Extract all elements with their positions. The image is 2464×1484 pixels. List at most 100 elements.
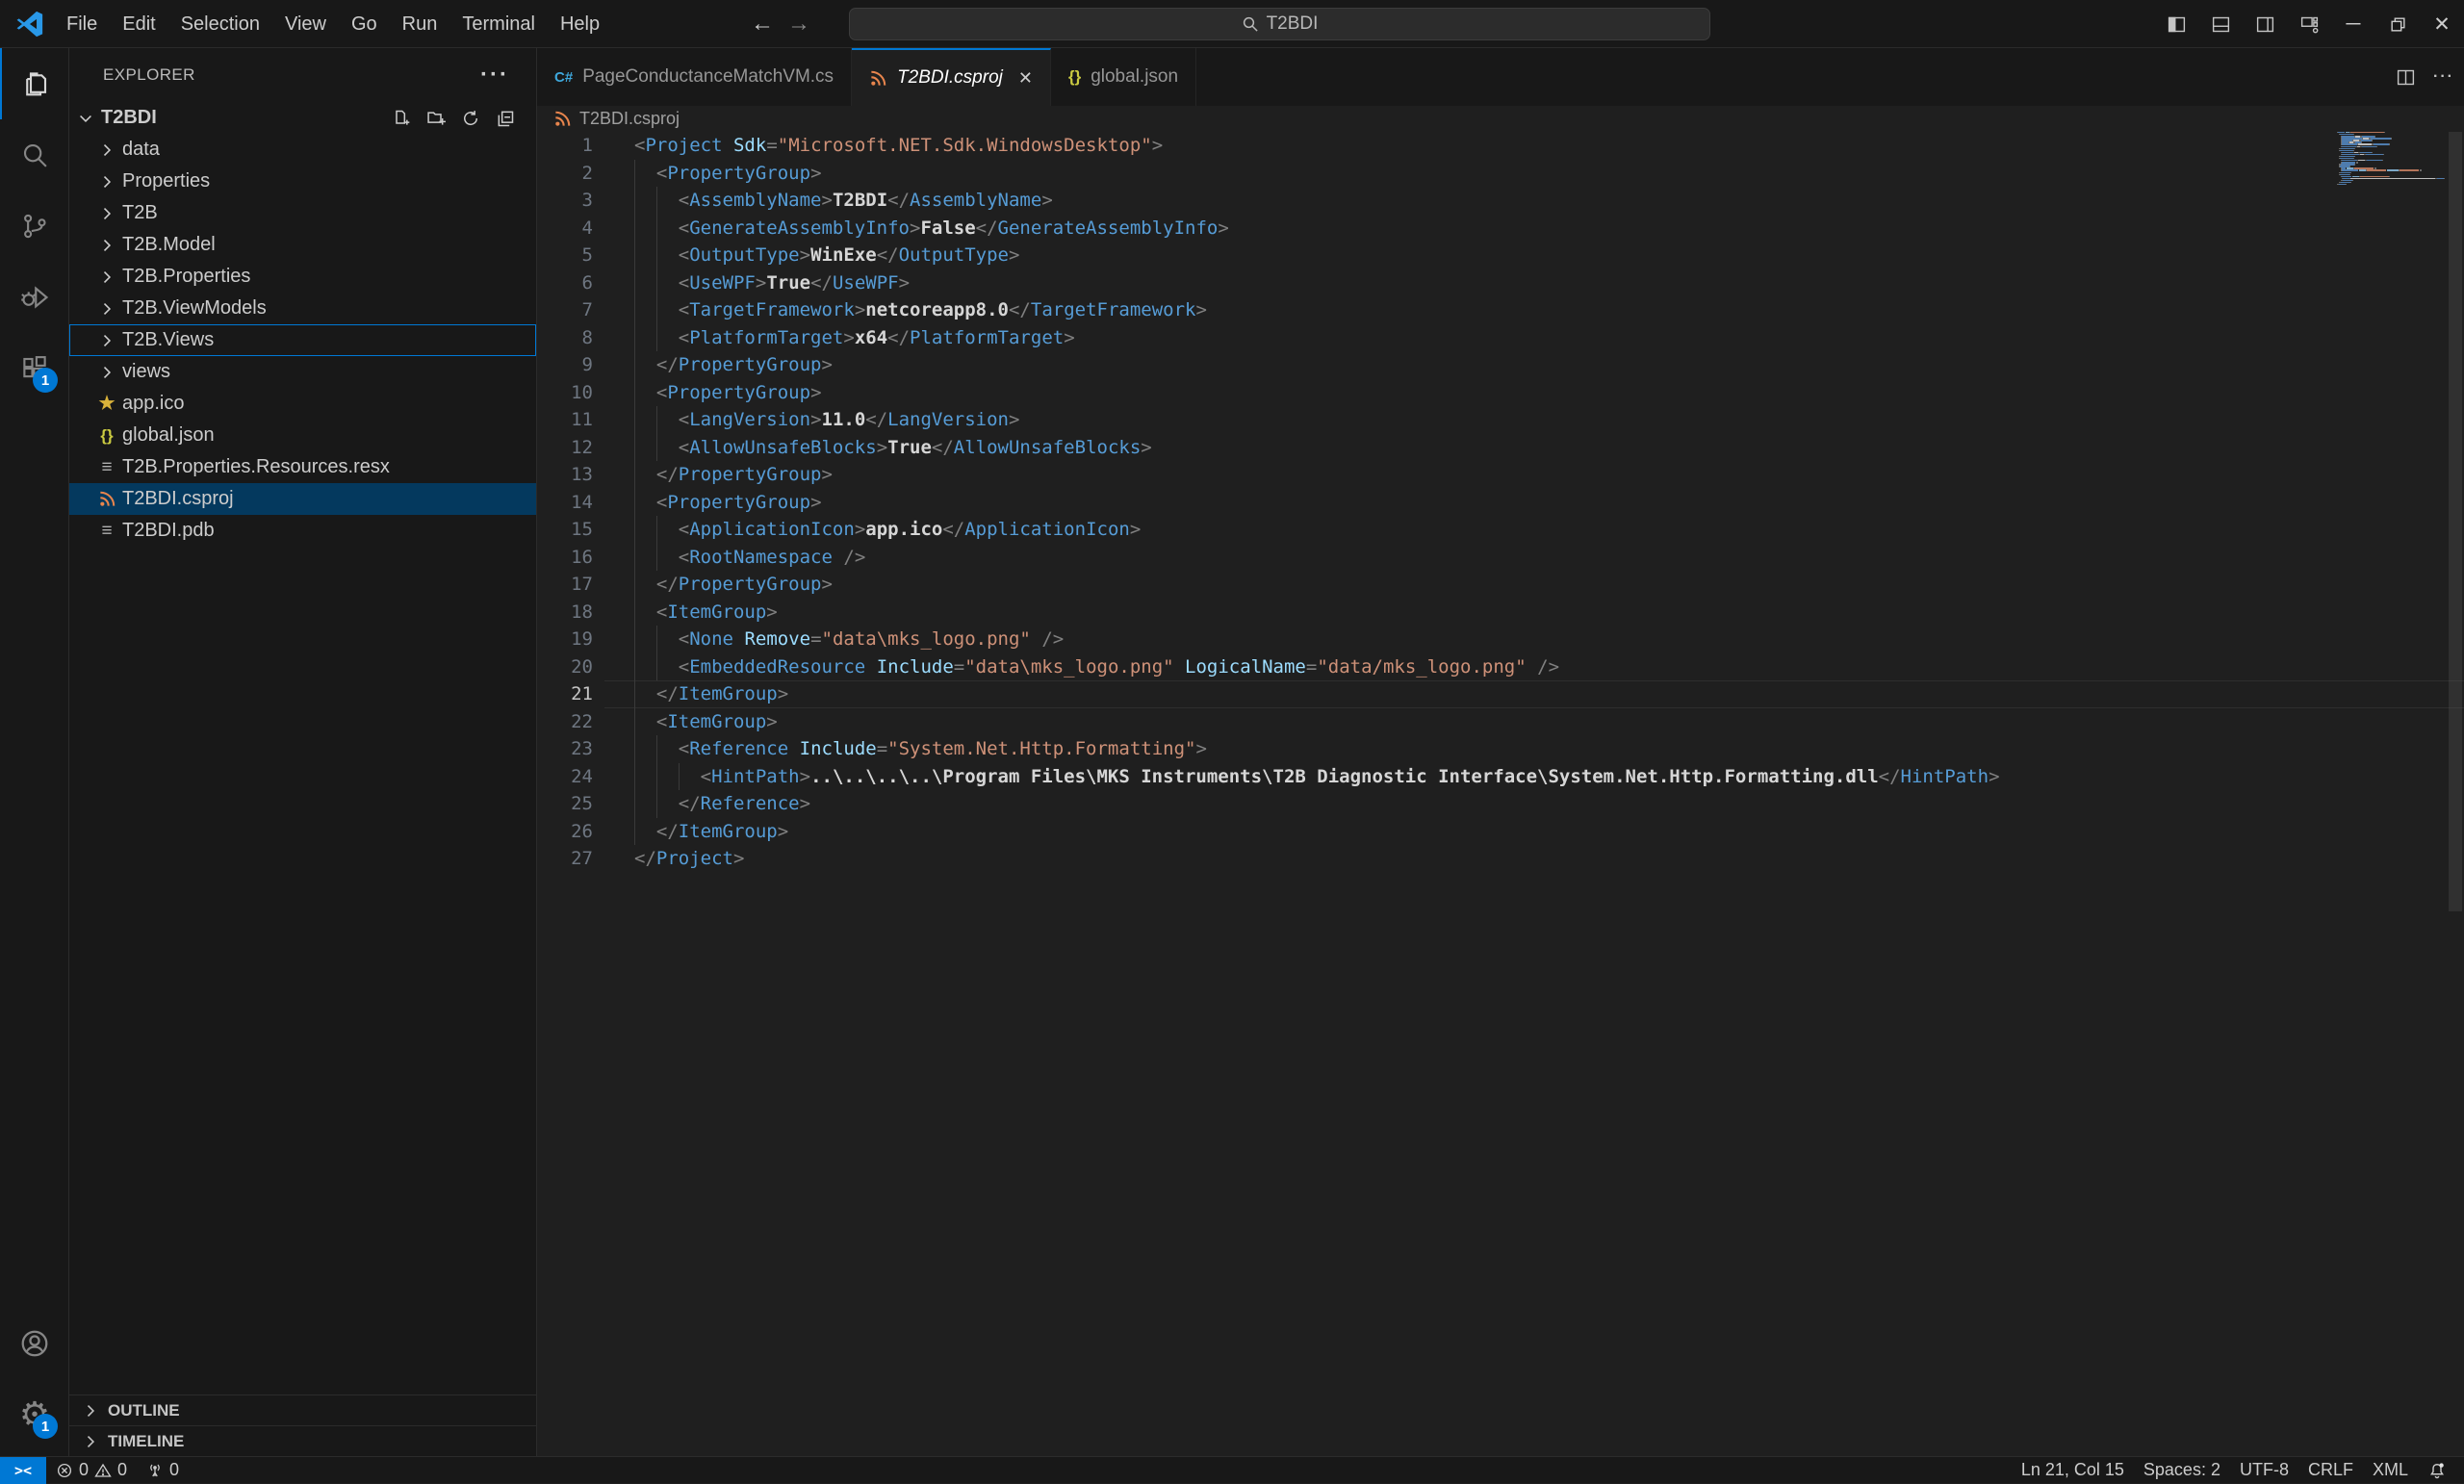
tab-global-json[interactable]: {} global.json [1051,48,1196,106]
line-number[interactable]: 12 [537,434,604,462]
menu-go[interactable]: Go [339,8,390,41]
line-number[interactable]: 3 [537,187,604,215]
menu-selection[interactable]: Selection [168,8,272,41]
activity-search[interactable] [0,119,69,191]
menu-terminal[interactable]: Terminal [449,8,548,41]
tree-item-data[interactable]: data [69,134,536,166]
status-eol[interactable]: CRLF [2298,1457,2363,1484]
code-line-16[interactable]: 16 <RootNamespace /> [537,544,2464,572]
tree-item-views[interactable]: views [69,356,536,388]
line-number[interactable]: 18 [537,599,604,627]
code-line-13[interactable]: 13 </PropertyGroup> [537,461,2464,489]
line-number[interactable]: 22 [537,708,604,736]
line-number[interactable]: 15 [537,516,604,544]
line-number[interactable]: 6 [537,269,604,297]
status-indentation[interactable]: Spaces: 2 [2134,1457,2230,1484]
code-line-5[interactable]: 5 <OutputType>WinExe</OutputType> [537,242,2464,269]
close-button[interactable]: ✕ [2420,0,2464,48]
line-number[interactable]: 20 [537,653,604,681]
code-line-4[interactable]: 4 <GenerateAssemblyInfo>False</GenerateA… [537,215,2464,243]
code-line-21[interactable]: 21 </ItemGroup> [537,680,2464,708]
line-number[interactable]: 14 [537,489,604,517]
collapse-all-icon[interactable] [496,109,515,128]
code-line-6[interactable]: 6 <UseWPF>True</UseWPF> [537,269,2464,297]
tree-item-t2b-viewmodels[interactable]: T2B.ViewModels [69,293,536,324]
line-number[interactable]: 1 [537,132,604,160]
code-line-1[interactable]: 1<Project Sdk="Microsoft.NET.Sdk.Windows… [537,132,2464,160]
split-editor-icon[interactable] [2396,67,2416,88]
command-center-search[interactable]: T2BDI [849,8,1710,40]
tab-t2bdi-csproj[interactable]: T2BDI.csproj✕ [852,48,1051,106]
line-number[interactable]: 2 [537,160,604,188]
tab-pageconductancematchvm-cs[interactable]: C# PageConductanceMatchVM.cs [537,48,852,106]
line-number[interactable]: 4 [537,215,604,243]
status-encoding[interactable]: UTF-8 [2230,1457,2298,1484]
line-number[interactable]: 8 [537,324,604,352]
code-line-10[interactable]: 10 <PropertyGroup> [537,379,2464,407]
activity-extensions[interactable]: 1 [0,333,69,404]
notifications-bell-icon[interactable] [2418,1457,2456,1484]
code-line-7[interactable]: 7 <TargetFramework>netcoreapp8.0</Target… [537,296,2464,324]
line-number[interactable]: 9 [537,351,604,379]
activity-source-control[interactable] [0,191,69,262]
activity-settings[interactable]: ⚙1 [0,1379,69,1450]
line-number[interactable]: 10 [537,379,604,407]
line-number[interactable]: 16 [537,544,604,572]
code-line-23[interactable]: 23 <Reference Include="System.Net.Http.F… [537,735,2464,763]
line-number[interactable]: 25 [537,790,604,818]
tree-item-t2bdi-pdb[interactable]: ≡T2BDI.pdb [69,515,536,547]
tree-item-t2b-properties-resources-resx[interactable]: ≡T2B.Properties.Resources.resx [69,451,536,483]
line-number[interactable]: 23 [537,735,604,763]
activity-explorer[interactable] [0,48,69,119]
tree-item-t2b-properties[interactable]: T2B.Properties [69,261,536,293]
status-language-mode[interactable]: XML [2363,1457,2418,1484]
toggle-primary-sidebar-icon[interactable] [2154,0,2198,48]
explorer-more-actions-icon[interactable]: ··· [480,62,509,89]
tree-item-app-ico[interactable]: ★app.ico [69,388,536,420]
line-number[interactable]: 26 [537,818,604,846]
code-line-26[interactable]: 26 </ItemGroup> [537,818,2464,846]
breadcrumb[interactable]: T2BDI.csproj [537,106,2464,132]
menu-help[interactable]: Help [548,8,612,41]
menu-run[interactable]: Run [390,8,450,41]
code-line-20[interactable]: 20 <EmbeddedResource Include="data\mks_l… [537,653,2464,681]
minimize-button[interactable]: ─ [2331,0,2375,48]
code-line-22[interactable]: 22 <ItemGroup> [537,708,2464,736]
code-line-27[interactable]: 27</Project> [537,845,2464,873]
code-editor[interactable]: 1<Project Sdk="Microsoft.NET.Sdk.Windows… [537,132,2464,1456]
code-line-12[interactable]: 12 <AllowUnsafeBlocks>True</AllowUnsafeB… [537,434,2464,462]
remote-indicator[interactable]: >< [0,1457,46,1484]
code-line-15[interactable]: 15 <ApplicationIcon>app.ico</Application… [537,516,2464,544]
tree-root-t2bdi[interactable]: T2BDI [69,102,536,134]
line-number[interactable]: 17 [537,571,604,599]
new-file-icon[interactable] [392,109,411,128]
code-line-14[interactable]: 14 <PropertyGroup> [537,489,2464,517]
code-line-8[interactable]: 8 <PlatformTarget>x64</PlatformTarget> [537,324,2464,352]
code-line-11[interactable]: 11 <LangVersion>11.0</LangVersion> [537,406,2464,434]
minimap[interactable] [2337,132,2445,247]
editor-scrollbar[interactable] [2449,132,2462,911]
toggle-secondary-sidebar-icon[interactable] [2243,0,2287,48]
code-line-3[interactable]: 3 <AssemblyName>T2BDI</AssemblyName> [537,187,2464,215]
restore-button[interactable] [2375,0,2420,48]
ports-status[interactable]: 0 [137,1457,189,1484]
line-number[interactable]: 7 [537,296,604,324]
tree-item-t2b-model[interactable]: T2B.Model [69,229,536,261]
forward-icon[interactable]: → [787,11,810,38]
line-number[interactable]: 13 [537,461,604,489]
line-number[interactable]: 19 [537,626,604,653]
tree-item-properties[interactable]: Properties [69,166,536,197]
line-number[interactable]: 27 [537,845,604,873]
editor-more-actions-icon[interactable]: ··· [2433,68,2454,86]
breadcrumb-item[interactable]: T2BDI.csproj [579,109,680,129]
code-line-18[interactable]: 18 <ItemGroup> [537,599,2464,627]
line-number[interactable]: 5 [537,242,604,269]
close-tab-icon[interactable]: ✕ [1018,68,1033,89]
code-line-9[interactable]: 9 </PropertyGroup> [537,351,2464,379]
activity-run-and-debug[interactable] [0,262,69,333]
code-line-25[interactable]: 25 </Reference> [537,790,2464,818]
code-line-24[interactable]: 24 <HintPath>..\..\..\..\Program Files\M… [537,763,2464,791]
tree-item-t2b[interactable]: T2B [69,197,536,229]
tree-item-t2bdi-csproj[interactable]: T2BDI.csproj [69,483,536,515]
tree-item-global-json[interactable]: {}global.json [69,420,536,451]
